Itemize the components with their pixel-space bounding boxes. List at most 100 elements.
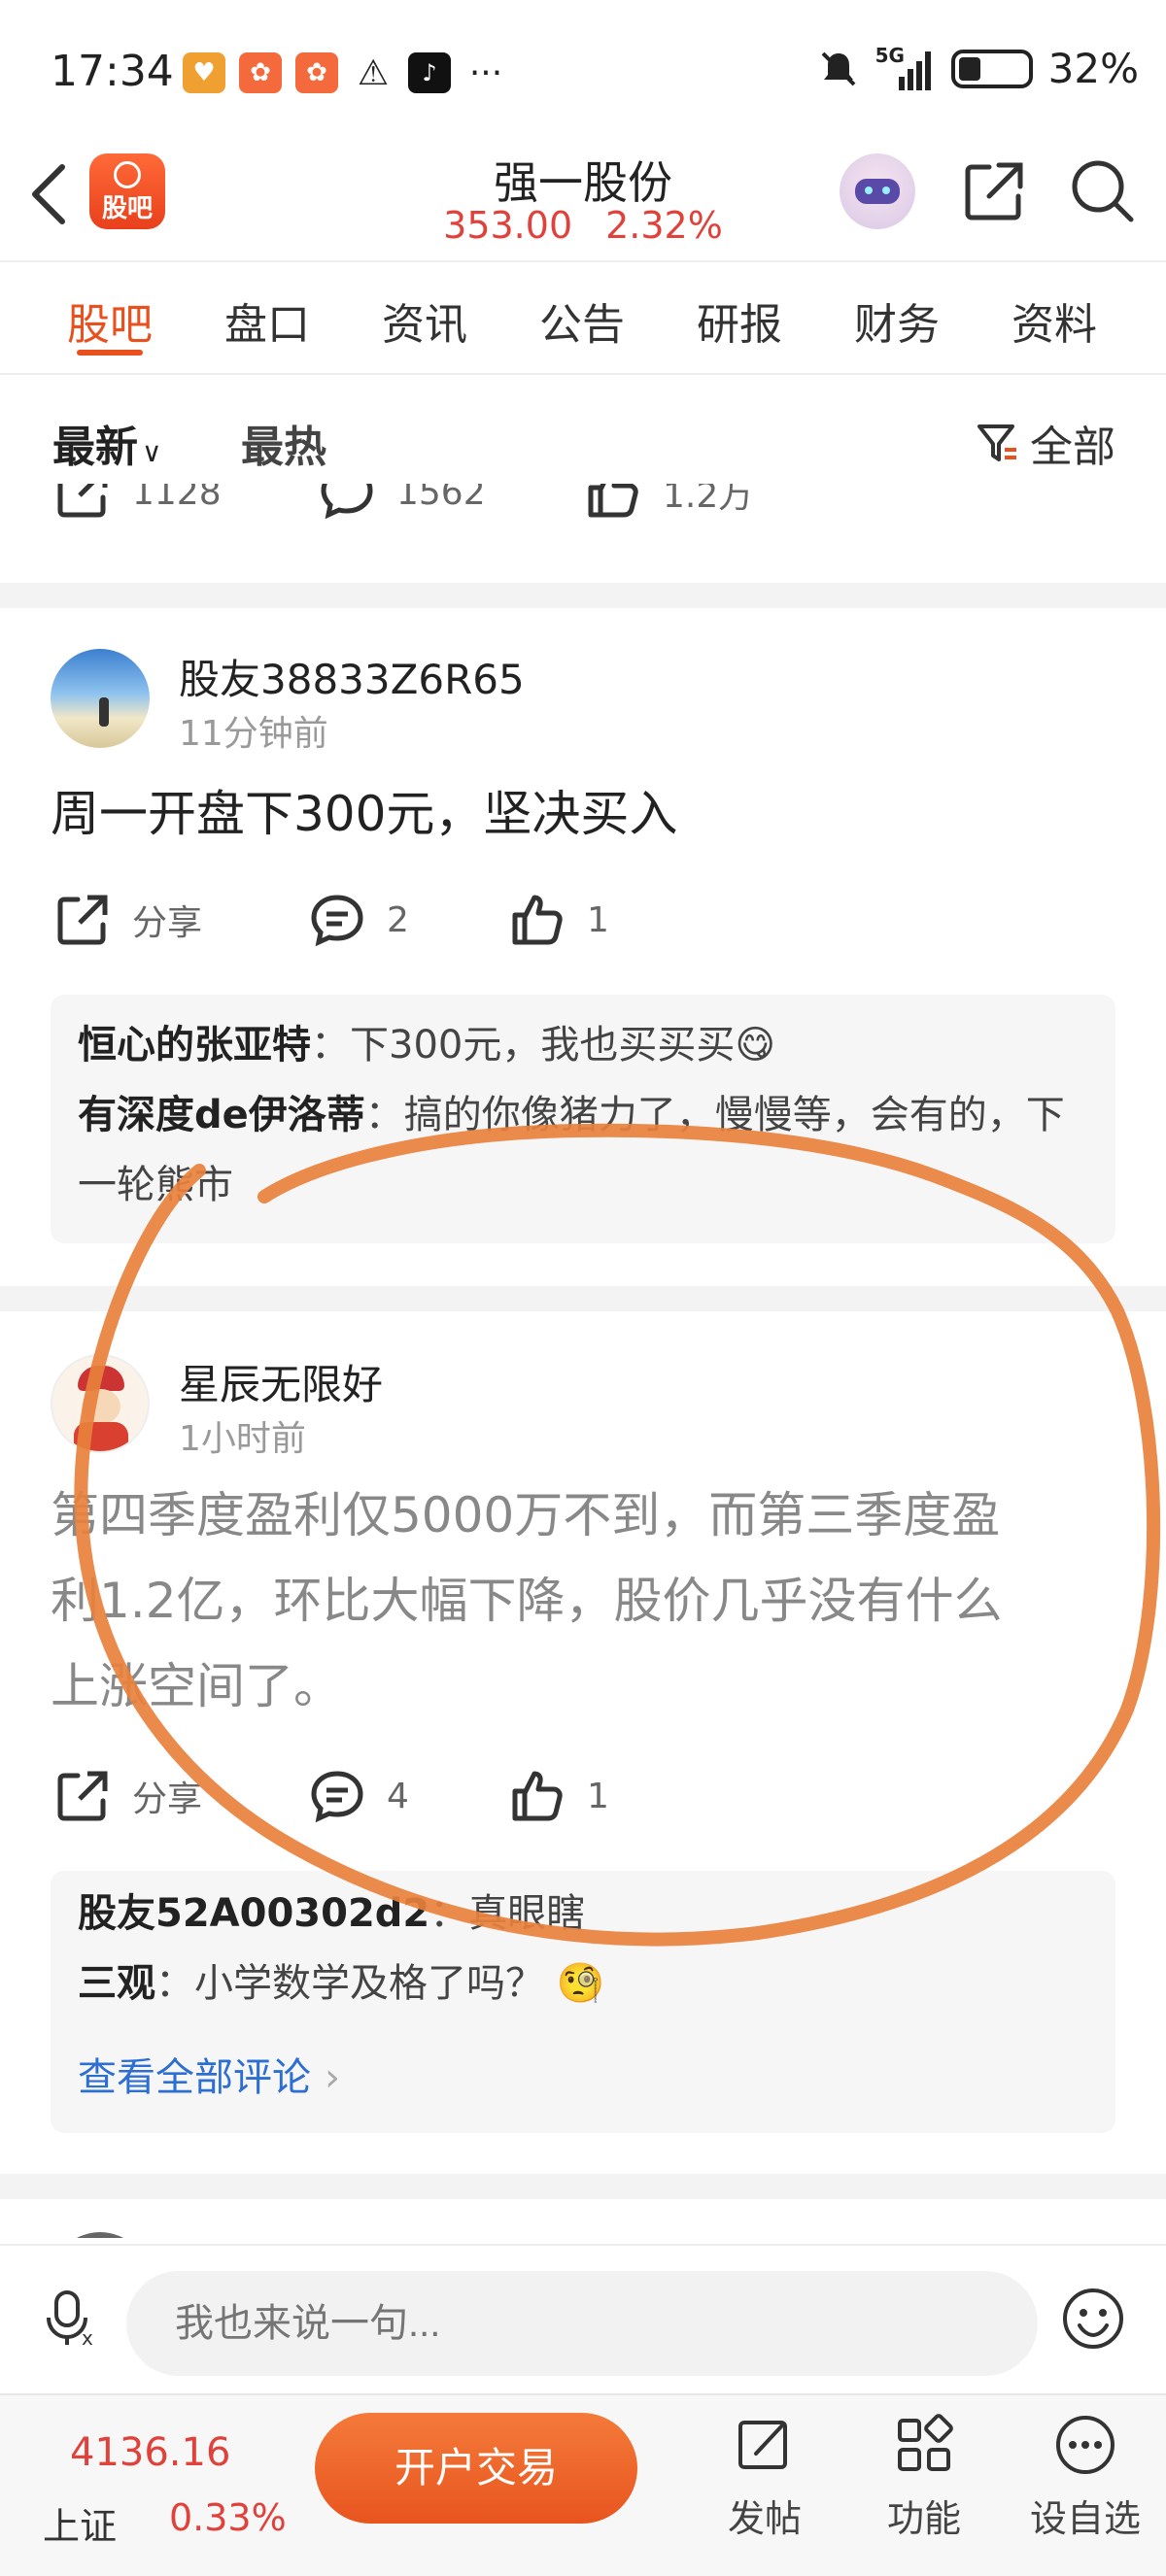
post-content-line: 上涨空间了。 — [51, 1658, 342, 1714]
svg-text:x: x — [82, 2326, 93, 2349]
comment-icon — [311, 1771, 363, 1823]
index-name: 上证 — [43, 2505, 118, 2548]
robot-icon — [855, 179, 900, 204]
more-circle-icon — [1056, 2416, 1115, 2474]
share-count: 1128 — [132, 484, 222, 513]
ai-assistant-button[interactable] — [840, 153, 915, 229]
grid-apps-icon — [898, 2414, 953, 2471]
app-notification-icon: ✿ — [295, 52, 338, 93]
share-label: 分享 — [132, 1779, 203, 1819]
tab-pankou[interactable]: 盘口 — [189, 264, 346, 373]
add-watchlist-button[interactable]: 设自选 — [1022, 2413, 1149, 2542]
filter-icon — [977, 424, 1016, 461]
network-type: 5G — [874, 43, 905, 67]
reply-line: 恒心的张亚特：下300元，我也买买买😋 — [78, 1010, 1088, 1080]
header-divider — [0, 260, 1166, 262]
edit-icon — [738, 2421, 787, 2469]
like-count: 1.2万 — [663, 484, 754, 516]
comment-button[interactable]: 2 — [307, 890, 409, 950]
battery-icon — [950, 49, 1033, 88]
comment-input[interactable] — [126, 2271, 1038, 2376]
reply-author[interactable]: 有深度de伊洛蒂 — [78, 1093, 365, 1137]
reply-line: 股友52A00302d2：真眼瞎 — [78, 1879, 1088, 1949]
post-label: 发帖 — [727, 2497, 802, 2540]
reply-author[interactable]: 恒心的张亚特 — [78, 1023, 311, 1068]
like-button[interactable]: 1 — [507, 890, 609, 950]
post-content-line: 利1.2亿，环比大幅下降，股价几乎没有什么 — [51, 1573, 1003, 1629]
view-all-comments-link[interactable]: 查看全部评论 › — [78, 2046, 340, 2102]
stock-change: 2.32% — [605, 204, 723, 247]
comment-icon — [321, 484, 373, 520]
partial-like-action[interactable]: 1.2万 — [583, 484, 753, 523]
stock-header: 股吧 强一股份 353.00 2.32% — [0, 146, 1166, 262]
functions-label: 功能 — [886, 2497, 961, 2540]
avatar[interactable] — [51, 1354, 150, 1453]
chevron-right-icon: › — [325, 2055, 340, 2100]
comment-count: 2 — [387, 899, 409, 940]
chevron-down-icon: ∨ — [142, 436, 162, 468]
thumbs-up-icon — [512, 895, 563, 945]
more-notifications-icon: ··· — [468, 52, 503, 93]
voice-input-icon[interactable]: x — [39, 2287, 101, 2349]
reply-author[interactable]: 股友52A00302d2 — [78, 1891, 429, 1936]
thumbs-up-icon — [512, 1771, 563, 1821]
post-author[interactable]: 股友38833Z6R65 — [179, 647, 525, 706]
partial-comment-action[interactable]: 1562 — [317, 484, 486, 523]
open-account-trade-button[interactable]: 开户交易 — [315, 2413, 637, 2524]
view-all-label: 查看全部评论 — [78, 2055, 311, 2100]
post-author[interactable]: 大 — [179, 2228, 220, 2238]
system-icons: 5G 32% — [817, 44, 1139, 92]
reply-line: 有深度de伊洛蒂：搞的你像猪力了，慢慢等，会有的，下一轮熊市 — [78, 1080, 1088, 1220]
tab-guba[interactable]: 股吧 — [31, 264, 189, 373]
like-count: 1 — [587, 899, 609, 940]
post-content[interactable]: 第四季度盈利仅5000万不到，而第三季度盈 利1.2亿，环比大幅下降，股价几乎没… — [51, 1473, 1149, 1729]
signal-icon: 5G — [875, 44, 936, 90]
tab-news[interactable]: 资讯 — [346, 264, 503, 373]
sort-latest-dropdown[interactable]: 最新 ∨ — [52, 412, 162, 474]
post-button[interactable]: 发帖 — [702, 2413, 828, 2542]
post-author[interactable]: 星辰无限好 — [179, 1352, 383, 1411]
index-value: 4136.16 — [70, 2430, 231, 2475]
sort-bar: 最新 ∨ 最热 全部 — [0, 377, 1166, 493]
tab-profile[interactable]: 资料 — [976, 264, 1133, 373]
avatar[interactable] — [51, 649, 150, 748]
share-label: 分享 — [132, 903, 203, 943]
tab-finance[interactable]: 财务 — [818, 264, 976, 373]
comment-count: 4 — [387, 1776, 409, 1816]
tiktok-icon: ♪ — [408, 52, 451, 93]
share-icon — [57, 1771, 108, 1821]
like-count: 1 — [587, 1776, 609, 1816]
share-button[interactable]: 分享 — [52, 890, 202, 950]
post-time: 11分钟前 — [179, 714, 328, 754]
reply-preview-box[interactable]: 恒心的张亚特：下300元，我也买买买😋 有深度de伊洛蒂：搞的你像猪力了，慢慢等… — [51, 995, 1115, 1243]
sort-latest-label: 最新 — [52, 423, 138, 472]
battery-percent: 32% — [1047, 45, 1139, 92]
functions-button[interactable]: 功能 — [861, 2413, 987, 2542]
avatar[interactable] — [51, 2232, 150, 2238]
tab-announcements[interactable]: 公告 — [503, 264, 661, 373]
like-button[interactable]: 1 — [507, 1766, 609, 1826]
warning-icon: ⚠ — [357, 52, 390, 93]
post-separator — [0, 2174, 1166, 2199]
notification-icons: ♥ ✿ ✿ ⚠ ♪ ··· — [183, 52, 507, 93]
index-change: 0.33% — [169, 2496, 287, 2539]
post-feed[interactable]: 1128 1562 1.2万 股友38833Z6R65 11分钟前 周一开盘下3… — [0, 484, 1166, 2238]
share-icon[interactable] — [960, 157, 1028, 225]
reply-author[interactable]: 三观 — [78, 1961, 155, 2006]
filter-button[interactable]: 全部 — [976, 412, 1115, 474]
partial-share-action[interactable]: 1128 — [52, 484, 222, 523]
reply-line: 三观：小学数学及格了吗？ 🧐 — [78, 1949, 1088, 2018]
post-separator — [0, 1286, 1166, 1311]
search-icon[interactable] — [1067, 155, 1137, 225]
status-bar: 17:34 ♥ ✿ ✿ ⚠ ♪ ··· 5G 32% — [0, 0, 1166, 146]
emoji-icon[interactable] — [1061, 2287, 1125, 2351]
share-icon — [57, 484, 108, 518]
sort-hot-button[interactable]: 最热 — [241, 412, 326, 474]
app-notification-icon: ✿ — [239, 52, 282, 93]
tab-research[interactable]: 研报 — [661, 264, 818, 373]
share-button[interactable]: 分享 — [52, 1766, 202, 1826]
comment-button[interactable]: 4 — [307, 1766, 409, 1826]
post-content[interactable]: 周一开盘下300元，坚决买入 — [51, 771, 677, 857]
reply-preview-box[interactable]: 股友52A00302d2：真眼瞎 三观：小学数学及格了吗？ 🧐 查看全部评论 › — [51, 1871, 1115, 2133]
watchlist-label: 设自选 — [1029, 2497, 1141, 2540]
